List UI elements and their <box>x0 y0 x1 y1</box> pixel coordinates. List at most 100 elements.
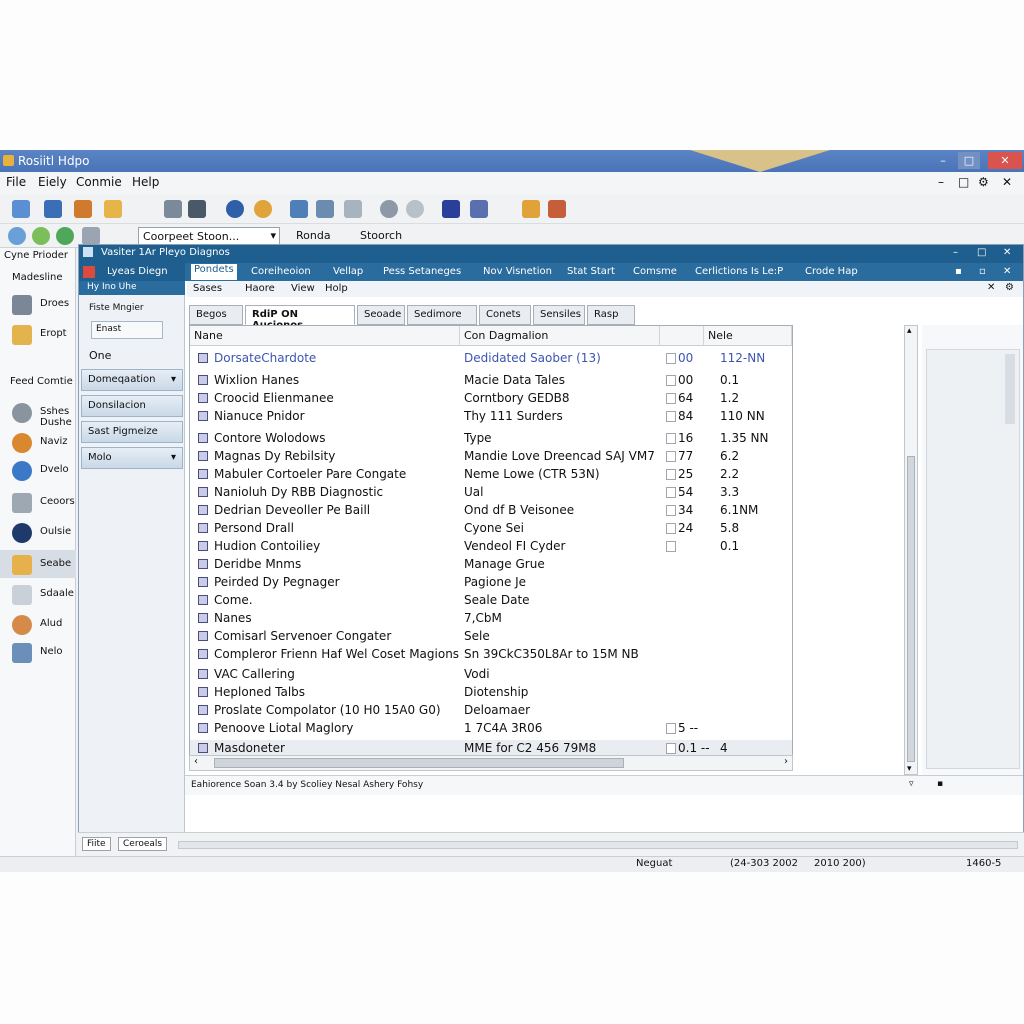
left-item-sshes[interactable]: Sshes Dushe <box>0 398 76 428</box>
table-row[interactable]: Proslate Compolator (10 H0 15A0 G0) Deloa… <box>190 702 792 720</box>
table-row[interactable]: Mabuler Cortoeler Pare Congate Neme Lowe … <box>190 466 792 484</box>
forward-icon[interactable] <box>32 227 50 245</box>
nav-restore-icon[interactable]: ▫ <box>979 266 986 277</box>
left-item-droes[interactable]: Droes <box>0 290 76 318</box>
menu-file[interactable]: File <box>6 175 26 189</box>
table-row[interactable]: Come. Seale Date <box>190 592 792 610</box>
nav-tab-connection[interactable]: Coreiheoion <box>251 266 311 277</box>
toolbar-label-ronda[interactable]: Ronda <box>296 229 331 242</box>
folder-icon[interactable] <box>104 200 122 218</box>
right-pane-scroll-thumb[interactable] <box>1005 354 1015 424</box>
toolbar-label-search[interactable]: Stoorch <box>360 229 402 242</box>
row-checkbox[interactable] <box>666 469 676 480</box>
horizontal-scrollbar[interactable]: ‹ › <box>189 755 793 771</box>
table-row[interactable]: Croocid Elienmanee Corntbory GEDB8 64 1.2 <box>190 390 792 408</box>
inner-menu-view[interactable]: View <box>291 283 315 294</box>
row-checkbox[interactable] <box>666 375 676 386</box>
row-checkbox[interactable] <box>666 505 676 516</box>
inner-minimize-icon[interactable]: – <box>953 247 958 258</box>
menu-settings-icon[interactable]: ⚙ <box>1005 282 1014 293</box>
side-button-3[interactable]: Molo ▾ <box>81 447 183 469</box>
connect-icon[interactable] <box>12 200 30 218</box>
connection-combo[interactable]: Coorpeet Stoon... ▾ <box>138 227 280 245</box>
left-item-naviz[interactable]: Naviz <box>0 428 76 456</box>
table-row[interactable]: Compleror Frienn Haf Wel Coset Magions Sn… <box>190 646 792 664</box>
row-checkbox[interactable] <box>666 541 676 552</box>
left-item-dvelo[interactable]: Dvelo <box>0 456 76 484</box>
scroll-up-icon[interactable]: ▴ <box>907 326 912 336</box>
table-row[interactable]: Magnas Dy Rebilsity Mandie Love Dreencad … <box>190 448 792 466</box>
inner-maximize-icon[interactable]: □ <box>977 247 986 258</box>
row-checkbox[interactable] <box>666 353 676 364</box>
column-header-value[interactable] <box>660 326 704 346</box>
inner-menu-haore[interactable]: Haore <box>245 283 275 294</box>
row-checkbox[interactable] <box>666 411 676 422</box>
column-header-name[interactable]: Nane <box>190 326 460 346</box>
row-checkbox[interactable] <box>666 743 676 754</box>
doc-restore-icon[interactable]: □ <box>958 175 969 189</box>
table-row[interactable]: Contore Wolodows Type 16 1.35 NN <box>190 430 792 448</box>
search-icon[interactable] <box>406 200 424 218</box>
chevron-down-icon[interactable]: ▾ <box>270 229 276 242</box>
row-checkbox[interactable] <box>666 433 676 444</box>
table-row[interactable]: Persond Drall Cyone Sei 24 5.8 <box>190 520 792 538</box>
row-checkbox[interactable] <box>666 451 676 462</box>
side-button-2[interactable]: Sast Pigmeize <box>81 421 183 443</box>
left-item-oulsie[interactable]: Oulsie <box>0 518 76 546</box>
tab-conets[interactable]: Conets <box>479 305 531 325</box>
left-item-nelo[interactable]: Nelo <box>0 638 76 666</box>
home-icon[interactable] <box>56 227 74 245</box>
row-checkbox[interactable] <box>666 723 676 734</box>
settings-icon[interactable] <box>380 200 398 218</box>
table-row[interactable]: Heploned Talbs Diotenship <box>190 684 792 702</box>
maximize-icon[interactable]: □ <box>958 152 980 169</box>
star-icon[interactable] <box>442 200 460 218</box>
table-row[interactable]: Peirded Dy Pegnager Pagione Je <box>190 574 792 592</box>
package-icon[interactable] <box>522 200 540 218</box>
table-row[interactable]: Hudion Contoiliey Vendeol FI Cyder 0.1 <box>190 538 792 556</box>
doc-minimize-icon[interactable]: – <box>938 175 944 189</box>
nav-tab-products[interactable]: Pondets <box>191 264 237 280</box>
table-row[interactable]: Penoove Liotal Maglory 1 7C4A 3R06 5 -- <box>190 720 792 738</box>
row-checkbox[interactable] <box>666 523 676 534</box>
doc-close-icon[interactable]: ✕ <box>1002 175 1012 189</box>
tools-icon[interactable] <box>74 200 92 218</box>
chip-icon[interactable] <box>470 200 488 218</box>
nav-flag-icon[interactable]: ▪ <box>955 266 962 277</box>
nav-tab-comsme[interactable]: Comsme <box>633 266 677 277</box>
inner-menu-sases[interactable]: Sases <box>193 283 222 294</box>
row-checkbox[interactable] <box>666 393 676 404</box>
table-row[interactable]: VAC Callering Vodi <box>190 666 792 684</box>
horizontal-scroll-thumb[interactable] <box>214 758 624 768</box>
pen-icon[interactable] <box>548 200 566 218</box>
image-icon[interactable] <box>188 200 206 218</box>
wrench-icon[interactable] <box>164 200 182 218</box>
table-row[interactable]: Nanioluh Dy RBB Diagnostic Ual 54 3.3 <box>190 484 792 502</box>
tab-begos[interactable]: Begos <box>189 305 243 325</box>
left-item-seabe[interactable]: Seabe <box>0 550 76 578</box>
refresh-icon[interactable] <box>226 200 244 218</box>
table-row[interactable]: Nanes 7,CbM <box>190 610 792 628</box>
filter-button[interactable]: Fiite <box>82 837 111 851</box>
table-row[interactable]: Dedrian Deveoller Pe Baill Ond df B Veiso… <box>190 502 792 520</box>
minimize-icon[interactable]: – <box>932 152 954 169</box>
left-item-alud[interactable]: Alud <box>0 610 76 638</box>
close-icon[interactable]: ✕ <box>988 152 1022 169</box>
monitor-icon[interactable] <box>344 200 362 218</box>
scroll-down-icon[interactable]: ▾ <box>907 764 912 774</box>
inner-menu-help[interactable]: Holp <box>325 283 348 294</box>
scroll-left-icon[interactable]: ‹ <box>194 756 198 767</box>
nav-tab-help[interactable]: Crode Hap <box>805 266 858 277</box>
doc-gear-icon[interactable]: ⚙ <box>978 175 989 189</box>
table-row[interactable]: Nianuce Pnidor Thy 111 Surders 84 110 NN <box>190 408 792 426</box>
table-row[interactable]: DorsateChardote Dedidated Saober (13) 00 11… <box>190 350 792 368</box>
nav-tab-collections[interactable]: Cerlictions Is Le:P <box>695 266 783 277</box>
nav-tab-start[interactable]: Stat Start <box>567 266 615 277</box>
side-button-1[interactable]: Donsilacion <box>81 395 183 417</box>
column-header-note[interactable]: Nele <box>704 326 792 346</box>
back-icon[interactable] <box>8 227 26 245</box>
column-header-diagnosis[interactable]: Con Dagmalion <box>460 326 660 346</box>
table-row[interactable]: Wixlion Hanes Macie Data Tales 00 0.1 <box>190 372 792 390</box>
cursor-icon[interactable] <box>316 200 334 218</box>
network-icon[interactable] <box>44 200 62 218</box>
